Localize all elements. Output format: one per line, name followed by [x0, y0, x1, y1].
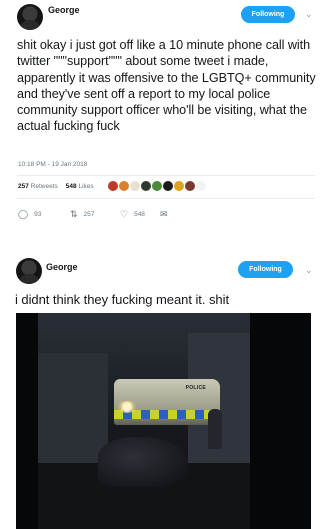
likes-stat[interactable]: 548 Likes: [66, 183, 94, 190]
tweet-text: i didnt think they fucking meant it. shi…: [15, 292, 230, 307]
heart-icon: ♡: [120, 209, 129, 219]
like-button[interactable]: ♡ 548: [120, 209, 160, 220]
retweets-label: Retweets: [30, 183, 58, 190]
person-silhouette: [208, 409, 222, 449]
chevron-down-icon[interactable]: ⌄: [305, 265, 313, 276]
divider: [17, 198, 315, 199]
author-name[interactable]: George: [46, 262, 78, 272]
chevron-down-icon[interactable]: ⌄: [305, 9, 313, 20]
reply-icon: ◯: [18, 209, 29, 219]
tweet-1: George Following ⌄ shit okay i just got …: [0, 0, 330, 238]
following-button[interactable]: Following: [238, 261, 293, 278]
liker-avatar[interactable]: [195, 180, 207, 192]
likes-label: Likes: [78, 183, 94, 190]
van-label: POLICE: [185, 385, 206, 391]
likes-count: 548: [65, 183, 77, 190]
retweet-button[interactable]: ⇅ 257: [70, 209, 120, 220]
headlight: [116, 401, 138, 413]
retweets-stat[interactable]: 257 Retweets: [18, 183, 58, 190]
retweets-count: 257: [18, 183, 29, 190]
avatar[interactable]: [16, 258, 42, 284]
retweet-count: 257: [83, 211, 95, 218]
envelope-icon: ✉: [160, 209, 168, 219]
author-name[interactable]: George: [48, 5, 80, 15]
reply-count: 93: [34, 211, 42, 218]
following-button[interactable]: Following: [241, 6, 295, 23]
retweet-icon: ⇅: [70, 209, 78, 219]
like-count: 548: [134, 211, 145, 218]
tweet-actions: ◯ 93 ⇅ 257 ♡ 548 ✉: [18, 209, 174, 220]
tweet-text: shit okay i just got off like a 10 minut…: [17, 38, 316, 134]
parked-car: [98, 437, 188, 487]
tweet-2: George Following ⌄ i didnt think they fu…: [0, 252, 330, 529]
video-player[interactable]: POLICE: [16, 313, 311, 529]
timestamp[interactable]: 10:18 PM - 19 Jan 2018: [18, 161, 87, 168]
avatar[interactable]: [17, 4, 43, 30]
liker-avatars: [107, 180, 207, 192]
engagement-stats: 257 Retweets 548 Likes: [18, 183, 94, 190]
reply-button[interactable]: ◯ 93: [18, 209, 70, 220]
message-button[interactable]: ✉: [160, 209, 174, 220]
video-frame: POLICE: [38, 313, 250, 529]
background-house: [38, 353, 108, 463]
divider: [17, 175, 315, 176]
